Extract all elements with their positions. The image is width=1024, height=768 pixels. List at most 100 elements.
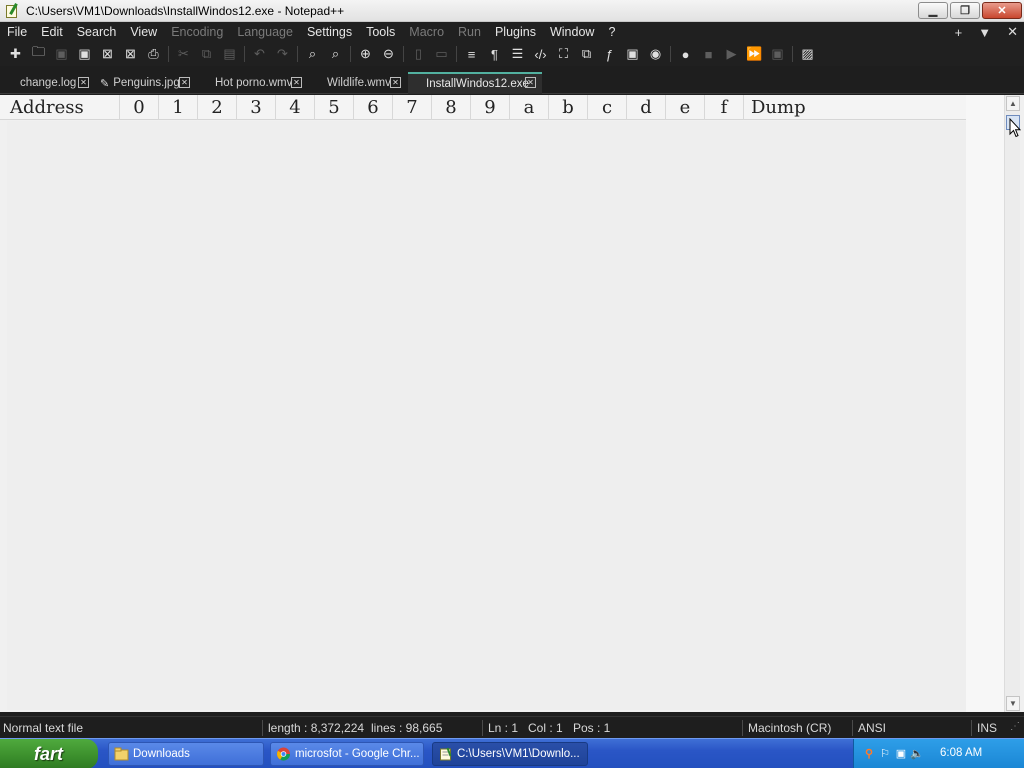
search-icon[interactable]: ⚲ — [862, 747, 876, 761]
tab-penguins-jpg[interactable]: ✎ Penguins.jpg ✕ — [94, 72, 198, 94]
tab-hot-porno-wmv[interactable]: Hot porno.wmv ✕ — [209, 72, 309, 94]
tab-installwindos12-exe[interactable]: InstallWindos12.exe ✕ — [408, 72, 542, 94]
menu-window[interactable]: Window — [543, 25, 601, 39]
tab-label: change.log — [20, 77, 77, 89]
cut-icon[interactable]: ✂ — [172, 44, 195, 64]
taskbar-item-notepadpp[interactable]: C:\Users\VM1\Downlo... — [432, 742, 588, 766]
flag-icon[interactable]: ⚐ — [878, 747, 892, 761]
document-map-icon[interactable]: ⛶ — [552, 44, 575, 64]
menu-encoding[interactable]: Encoding — [164, 25, 230, 39]
toolbar-divider — [403, 46, 404, 62]
monitoring-icon[interactable]: ◉ — [644, 44, 667, 64]
menu-plugins[interactable]: Plugins — [488, 25, 543, 39]
close-tab-icon[interactable]: ✕ — [525, 77, 536, 88]
xml-tag-icon[interactable]: ‹/› — [529, 44, 552, 64]
zoom-in-icon[interactable]: ⊕ — [354, 44, 377, 64]
menu-bar: File Edit Search View Encoding Language … — [0, 22, 1024, 42]
hex-col-c: c — [588, 95, 627, 120]
menu-run[interactable]: Run — [451, 25, 488, 39]
status-divider — [742, 720, 743, 736]
taskbar-item-chrome[interactable]: microsfot - Google Chr... — [270, 742, 424, 766]
open-file-icon[interactable]: 🗀 — [27, 44, 50, 64]
zoom-out-icon[interactable]: ⊖ — [377, 44, 400, 64]
paste-icon[interactable]: ▤ — [218, 44, 241, 64]
menu-language[interactable]: Language — [230, 25, 300, 39]
record-macro-icon[interactable]: ● — [674, 44, 697, 64]
indent-guide-icon[interactable]: ☰ — [506, 44, 529, 64]
stop-macro-icon[interactable]: ■ — [697, 44, 720, 64]
menu-tools[interactable]: Tools — [359, 25, 402, 39]
taskbar-item-downloads[interactable]: Downloads — [108, 742, 264, 766]
tab-wildlife-wmv[interactable]: Wildlife.wmv ✕ — [321, 72, 407, 94]
save-icon[interactable]: ▣ — [50, 44, 73, 64]
scroll-down-icon[interactable]: ▼ — [1006, 696, 1020, 711]
menu-edit[interactable]: Edit — [34, 25, 70, 39]
hex-editor[interactable]: Address 0 1 2 3 4 5 6 7 8 9 a b c d e f … — [0, 95, 1024, 712]
clock[interactable]: 6:08 AM — [940, 747, 982, 759]
menu-view[interactable]: View — [123, 25, 164, 39]
save-macro-icon[interactable]: ▣ — [766, 44, 789, 64]
tab-list-dropdown-icon[interactable]: ▼ — [978, 25, 991, 40]
restore-button[interactable]: ❐ — [950, 2, 980, 19]
copy-icon[interactable]: ⧉ — [195, 44, 218, 64]
menu-help[interactable]: ? — [601, 25, 622, 39]
window-title: C:\Users\VM1\Downloads\InstallWindos12.e… — [26, 3, 345, 18]
status-divider — [262, 720, 263, 736]
add-tab-icon[interactable]: + — [955, 25, 963, 40]
hex-col-3: 3 — [237, 95, 276, 120]
hex-editor-icon[interactable]: ▨ — [796, 44, 819, 64]
run-macro-multiple-icon[interactable]: ⏩ — [743, 44, 766, 64]
status-eol-format[interactable]: Macintosh (CR) — [748, 721, 831, 735]
close-tab-icon[interactable]: ✕ — [179, 77, 190, 88]
menu-macro[interactable]: Macro — [402, 25, 451, 39]
vertical-scrollbar[interactable]: ▲ ▼ — [1004, 95, 1020, 712]
redo-icon[interactable]: ↷ — [271, 44, 294, 64]
tab-label: Wildlife.wmv — [327, 77, 391, 89]
hex-col-4: 4 — [276, 95, 315, 120]
minimize-button[interactable]: ▁ — [918, 2, 948, 19]
close-all-icon[interactable]: ⊠ — [119, 44, 142, 64]
find-icon[interactable]: ⌕ — [301, 44, 324, 64]
toolbar-divider — [350, 46, 351, 62]
start-button[interactable]: fart — [0, 739, 98, 768]
toolbar-divider — [670, 46, 671, 62]
restore-icon: ❐ — [960, 5, 970, 17]
scroll-up-icon[interactable]: ▲ — [1006, 96, 1020, 111]
task-label: microsfot - Google Chr... — [295, 748, 420, 760]
new-file-icon[interactable]: ✚ — [4, 44, 27, 64]
volume-icon[interactable]: 🔈 — [910, 747, 924, 761]
menu-search[interactable]: Search — [70, 25, 124, 39]
close-document-icon[interactable]: ✕ — [1007, 24, 1018, 40]
menu-settings[interactable]: Settings — [300, 25, 359, 39]
hex-content-area[interactable] — [7, 121, 966, 710]
sync-vertical-icon[interactable]: ▯ — [407, 44, 430, 64]
status-bar: Normal text file length : 8,372,224 line… — [0, 716, 1024, 738]
close-window-button[interactable]: ✕ — [982, 2, 1022, 19]
menu-file[interactable]: File — [0, 25, 34, 39]
close-tab-icon[interactable]: ✕ — [291, 77, 302, 88]
status-length: length : 8,372,224 — [268, 721, 365, 735]
show-all-characters-icon[interactable]: ¶ — [483, 44, 506, 64]
sync-horizontal-icon[interactable]: ▭ — [430, 44, 453, 64]
status-encoding[interactable]: ANSI — [858, 721, 886, 735]
print-icon[interactable]: ⎙ — [142, 44, 165, 64]
start-label: fart — [34, 744, 64, 764]
undo-icon[interactable]: ↶ — [248, 44, 271, 64]
status-divider — [852, 720, 853, 736]
folder-workspace-icon[interactable]: ▣ — [621, 44, 644, 64]
close-tab-icon[interactable]: ✕ — [78, 77, 89, 88]
tab-change-log[interactable]: change.log ✕ — [14, 72, 94, 94]
network-icon[interactable]: ▣ — [894, 747, 908, 761]
word-wrap-icon[interactable]: ≡ — [460, 44, 483, 64]
document-list-icon[interactable]: ⧉ — [575, 44, 598, 64]
save-all-icon[interactable]: ▣ — [73, 44, 96, 64]
play-macro-icon[interactable]: ▶ — [720, 44, 743, 64]
replace-icon[interactable]: ⌕ — [324, 44, 347, 64]
minimize-icon: ▁ — [928, 5, 938, 17]
function-list-icon[interactable]: ƒ — [598, 44, 621, 64]
resize-grip-icon[interactable]: ⋰ — [1010, 721, 1020, 732]
close-file-icon[interactable]: ⊠ — [96, 44, 119, 64]
status-insert-mode[interactable]: INS — [977, 721, 997, 735]
status-divider — [971, 720, 972, 736]
close-tab-icon[interactable]: ✕ — [390, 77, 401, 88]
